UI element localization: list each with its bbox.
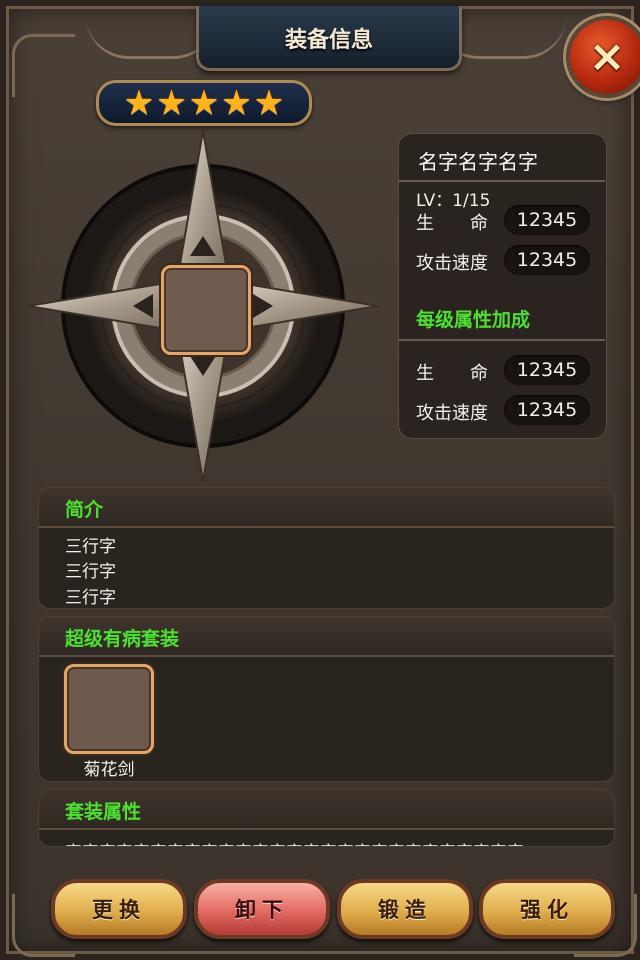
stat-label-hp: 生 命 <box>416 213 488 234</box>
stat-value-attack-speed: 12345 <box>504 245 590 275</box>
replace-button-label: 更换 <box>92 898 146 922</box>
bonus-label-hp: 生 命 <box>416 363 488 384</box>
stats-panel <box>398 133 607 439</box>
close-icon: × <box>588 31 626 82</box>
star-icon: ★ <box>156 83 187 123</box>
item-level: LV：1/15 <box>416 191 491 211</box>
section-header: 简介 <box>39 488 614 528</box>
set-item-slot[interactable] <box>64 664 154 754</box>
set-title: 超级有病套装 <box>65 628 180 650</box>
intro-line: 三行字 <box>65 588 116 608</box>
unequip-button[interactable]: 卸下 <box>194 879 330 939</box>
bonus-label-attack-speed: 攻击速度 <box>416 403 488 424</box>
equipment-window-frame: 装备信息 × ★ ★ ★ ★ ★ 名字名字名字 LV：1/15 生 命 1234… <box>0 0 640 960</box>
section-header: 套装属性 <box>39 790 614 830</box>
item-name: 名字名字名字 <box>418 150 538 174</box>
equipment-icon-slot[interactable] <box>161 265 251 355</box>
intro-line: 三行字 <box>65 562 116 582</box>
close-button[interactable]: × <box>566 16 640 98</box>
corner-ornament-top-left <box>12 34 75 97</box>
set-attributes-title: 套装属性 <box>65 801 142 823</box>
section-header: 超级有病套装 <box>39 617 614 657</box>
enhance-button-label: 强化 <box>520 898 574 922</box>
stat-label-attack-speed: 攻击速度 <box>416 253 488 274</box>
intro-title: 简介 <box>65 499 104 521</box>
window-title: 装备信息 <box>284 28 373 53</box>
set-section: 超级有病套装 菊花剑 <box>38 616 615 782</box>
stat-value-hp: 12345 <box>504 205 590 235</box>
star-icon: ★ <box>253 83 285 123</box>
set-attributes-section: 套装属性 字字字字字字字字字字字字字字字字字字字字字字字字字字字 <box>38 789 615 847</box>
divider <box>398 339 605 341</box>
rarity-stars: ★ ★ ★ ★ ★ <box>96 80 312 126</box>
forge-button-label: 锻造 <box>378 898 432 922</box>
star-icon: ★ <box>123 83 155 123</box>
intro-line: 三行字 <box>65 537 116 557</box>
unequip-button-label: 卸下 <box>235 898 289 922</box>
title-banner: 装备信息 <box>196 6 462 71</box>
bonus-value-attack-speed: 12345 <box>504 395 590 425</box>
set-item-name: 菊花剑 <box>83 760 135 780</box>
enhance-button[interactable]: 强化 <box>479 879 615 939</box>
intro-section: 简介 三行字 三行字 三行字 <box>38 487 615 609</box>
per-level-bonus-heading: 每级属性加成 <box>416 309 531 331</box>
divider <box>398 180 605 182</box>
replace-button[interactable]: 更换 <box>51 879 187 939</box>
forge-button[interactable]: 锻造 <box>337 879 473 939</box>
bonus-value-hp: 12345 <box>504 355 590 385</box>
star-icon: ★ <box>188 83 220 123</box>
star-icon: ★ <box>221 83 252 123</box>
set-attributes-text: 字字字字字字字字字字字字字字字字字字字字字字字字字字字 <box>65 838 524 846</box>
